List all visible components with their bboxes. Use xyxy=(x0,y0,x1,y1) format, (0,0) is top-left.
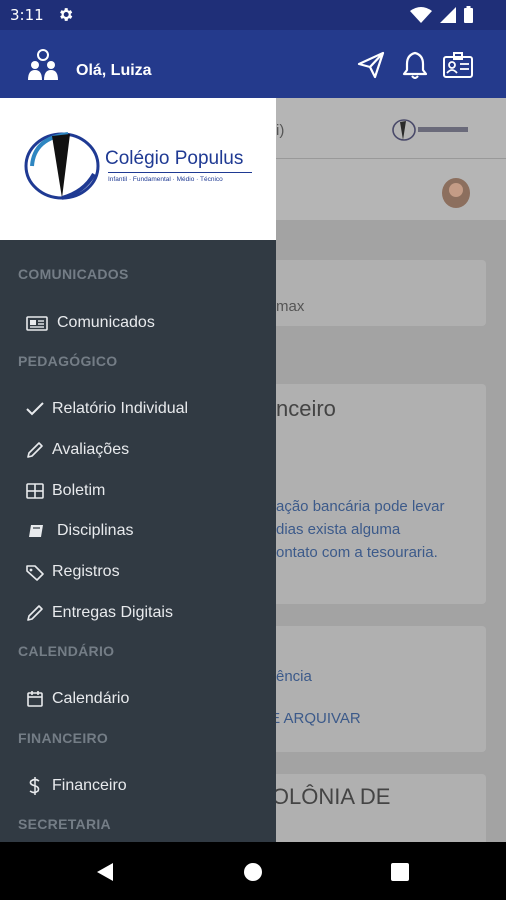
battery-icon xyxy=(464,8,473,23)
school-logo xyxy=(24,132,100,200)
recents-icon[interactable] xyxy=(388,860,412,884)
menu-item-relatorio-individual[interactable]: Relatório Individual xyxy=(0,391,276,427)
tag-icon xyxy=(26,565,44,581)
avatar xyxy=(442,178,470,208)
menu-item-label: Relatório Individual xyxy=(52,400,189,417)
newspaper-icon xyxy=(26,316,48,331)
menu-item-label: Registros xyxy=(52,563,120,580)
check-icon xyxy=(26,402,44,416)
menu-item-financeiro[interactable]: Financeiro xyxy=(0,768,276,804)
status-time: 3:11 xyxy=(10,6,44,24)
background-text: ontato com a tesouraria. xyxy=(276,544,438,561)
pencil-icon xyxy=(27,605,43,621)
background-text: dias exista alguma xyxy=(276,521,401,538)
background-text: nceiro xyxy=(276,396,336,421)
home-icon[interactable] xyxy=(241,860,265,884)
section-title-comunicados: COMUNICADOS xyxy=(18,266,129,282)
background-card xyxy=(254,260,486,326)
menu-item-avaliacoes[interactable]: Avaliações xyxy=(0,432,276,468)
users-icon[interactable] xyxy=(26,48,60,82)
menu-item-comunicados[interactable]: Comunicados xyxy=(0,305,276,341)
wifi-icon xyxy=(410,7,432,23)
greeting: Olá, Luiza xyxy=(76,62,152,79)
status-bar: 3:11 xyxy=(0,0,506,30)
send-icon[interactable] xyxy=(356,50,386,80)
navigation-drawer: Colégio Populus Infantil · Fundamental ·… xyxy=(0,98,276,842)
menu-item-label: Financeiro xyxy=(52,777,127,794)
menu-item-calendario[interactable]: Calendário xyxy=(0,681,276,717)
background-text: i) xyxy=(276,122,285,139)
section-title-secretaria: SECRETARIA xyxy=(18,816,111,832)
pencil-icon xyxy=(27,442,43,458)
school-tagline: Infantil · Fundamental · Médio · Técnico xyxy=(108,176,223,183)
background-logo xyxy=(392,119,468,141)
menu-item-label: Comunicados xyxy=(57,314,155,331)
menu-item-label: Boletim xyxy=(52,482,106,499)
menu-item-registros[interactable]: Registros xyxy=(0,554,276,590)
calendar-icon xyxy=(27,691,43,707)
menu-item-label: Calendário xyxy=(52,690,130,707)
system-nav-bar xyxy=(0,842,506,900)
menu-item-label: Avaliações xyxy=(52,441,130,458)
menu-item-disciplinas[interactable]: Disciplinas xyxy=(0,513,276,549)
book-icon xyxy=(29,525,43,537)
background-card xyxy=(254,626,486,752)
background-text: ação bancária pode levar xyxy=(276,498,445,515)
app-header: Olá, Luiza xyxy=(0,30,506,98)
drawer-brand: Colégio Populus Infantil · Fundamental ·… xyxy=(0,98,276,240)
bell-icon[interactable] xyxy=(400,50,430,80)
gear-icon xyxy=(60,8,73,21)
menu-item-label: Entregas Digitais xyxy=(52,604,173,621)
dollar-icon xyxy=(29,777,40,795)
background-link: ência xyxy=(276,668,312,685)
background-text: max xyxy=(276,298,305,315)
school-name: Colégio Populus xyxy=(105,148,244,169)
menu-item-entregas-digitais[interactable]: Entregas Digitais xyxy=(0,595,276,631)
section-title-financeiro: FINANCEIRO xyxy=(18,730,109,746)
section-title-calendario: CALENDÁRIO xyxy=(18,643,115,659)
menu-item-label: Disciplinas xyxy=(57,522,134,539)
section-title-pedagogico: PEDAGÓGICO xyxy=(18,353,118,369)
menu-item-boletim[interactable]: Boletim xyxy=(0,473,276,509)
background-text: COLÔNIA DE xyxy=(256,784,391,809)
signal-icon xyxy=(440,7,456,23)
id-card-icon[interactable] xyxy=(442,50,474,80)
status-indicators xyxy=(410,6,473,23)
table-icon xyxy=(26,483,44,499)
back-icon[interactable] xyxy=(93,860,117,884)
